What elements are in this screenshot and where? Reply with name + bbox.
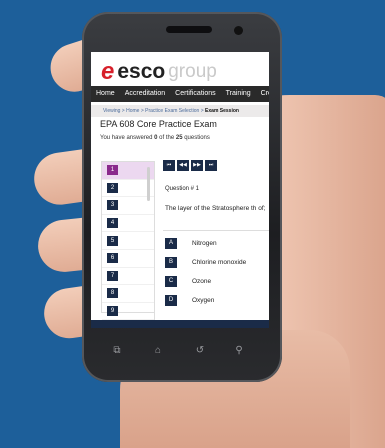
divider <box>163 230 269 231</box>
next-question-button[interactable]: ▶▶ <box>191 160 203 171</box>
back-icon[interactable]: ↺ <box>193 345 207 356</box>
progress-prefix: You have answered <box>100 135 155 141</box>
breadcrumb-current: Exam Session <box>205 108 239 114</box>
question-list-scrollbar[interactable] <box>147 167 150 201</box>
progress-suffix: questions <box>182 135 210 141</box>
breadcrumb: Viewing > Home > Practice Exam Selection… <box>91 105 269 117</box>
logo-mark: e <box>101 58 115 85</box>
question-list-item[interactable]: 8 <box>102 285 154 303</box>
question-nav-buttons: ⏮ ◀◀ ▶▶ ⏭ <box>163 160 217 171</box>
first-question-button[interactable]: ⏮ <box>163 160 175 171</box>
nav-item-credentials[interactable]: Creden <box>256 86 269 102</box>
question-number-badge: 9 <box>107 306 118 317</box>
question-list-item[interactable]: 9 <box>102 303 154 321</box>
question-number-badge: 7 <box>107 270 118 281</box>
answer-letter-badge: A <box>165 238 177 249</box>
previous-question-button[interactable]: ◀◀ <box>177 160 189 171</box>
footer-strip <box>91 320 269 328</box>
breadcrumb-trail[interactable]: Viewing > Home > Practice Exam Selection… <box>103 108 205 114</box>
question-number-badge: 2 <box>107 182 118 193</box>
answer-letter-badge: C <box>165 276 177 287</box>
question-number-badge: 3 <box>107 200 118 211</box>
recent-apps-icon[interactable]: ⧉ <box>110 345 124 356</box>
logo-text-esco: esco <box>117 60 166 83</box>
last-question-button[interactable]: ⏭ <box>205 160 217 171</box>
answer-text: Chlorine monoxide <box>192 259 247 266</box>
answer-text: Nitrogen <box>192 240 217 247</box>
home-icon[interactable]: ⌂ <box>151 345 165 356</box>
question-number-badge: 8 <box>107 288 118 299</box>
progress-text: You have answered 0 of the 25 questions <box>100 135 210 141</box>
nav-item-home[interactable]: Home <box>91 86 120 102</box>
front-camera <box>234 26 243 35</box>
answer-option[interactable]: D Oxygen <box>165 295 214 306</box>
answer-letter-badge: B <box>165 257 177 268</box>
phone-screen: e esco group Home Accreditation Certific… <box>91 52 269 328</box>
main-nav: Home Accreditation Certifications Traini… <box>91 86 269 102</box>
progress-mid: of the <box>157 135 176 141</box>
question-panel: Question # 1 The layer of the Stratosphe… <box>154 172 269 322</box>
answer-letter-badge: D <box>165 295 177 306</box>
answer-text: Ozone <box>192 278 212 285</box>
question-list-item[interactable]: 4 <box>102 215 154 233</box>
search-icon[interactable]: ⚲ <box>232 345 246 356</box>
esco-group-logo[interactable]: e esco group <box>101 60 217 84</box>
question-number-badge: 1 <box>107 165 118 176</box>
question-list-item[interactable]: 5 <box>102 232 154 250</box>
question-number-badge: 4 <box>107 218 118 229</box>
total-questions: 25 <box>175 135 183 141</box>
question-list-item[interactable]: 6 <box>102 250 154 268</box>
question-number-label: Question # 1 <box>165 186 200 192</box>
nav-item-training[interactable]: Training <box>221 86 256 102</box>
nav-item-accreditation[interactable]: Accreditation <box>120 86 170 102</box>
nav-item-certifications[interactable]: Certifications <box>170 86 220 102</box>
answer-option[interactable]: B Chlorine monoxide <box>165 257 246 268</box>
answer-text: Oxygen <box>192 297 215 304</box>
question-list-item[interactable]: 7 <box>102 268 154 286</box>
question-number-badge: 6 <box>107 253 118 264</box>
logo-text-group: group <box>168 61 217 82</box>
answer-option[interactable]: C Ozone <box>165 276 211 287</box>
answer-option[interactable]: A Nitrogen <box>165 238 217 249</box>
question-text: The layer of the Stratosphere th of; <box>165 205 266 212</box>
speaker-grille <box>166 26 212 33</box>
page-title: EPA 608 Core Practice Exam <box>100 119 217 129</box>
question-number-badge: 5 <box>107 235 118 246</box>
